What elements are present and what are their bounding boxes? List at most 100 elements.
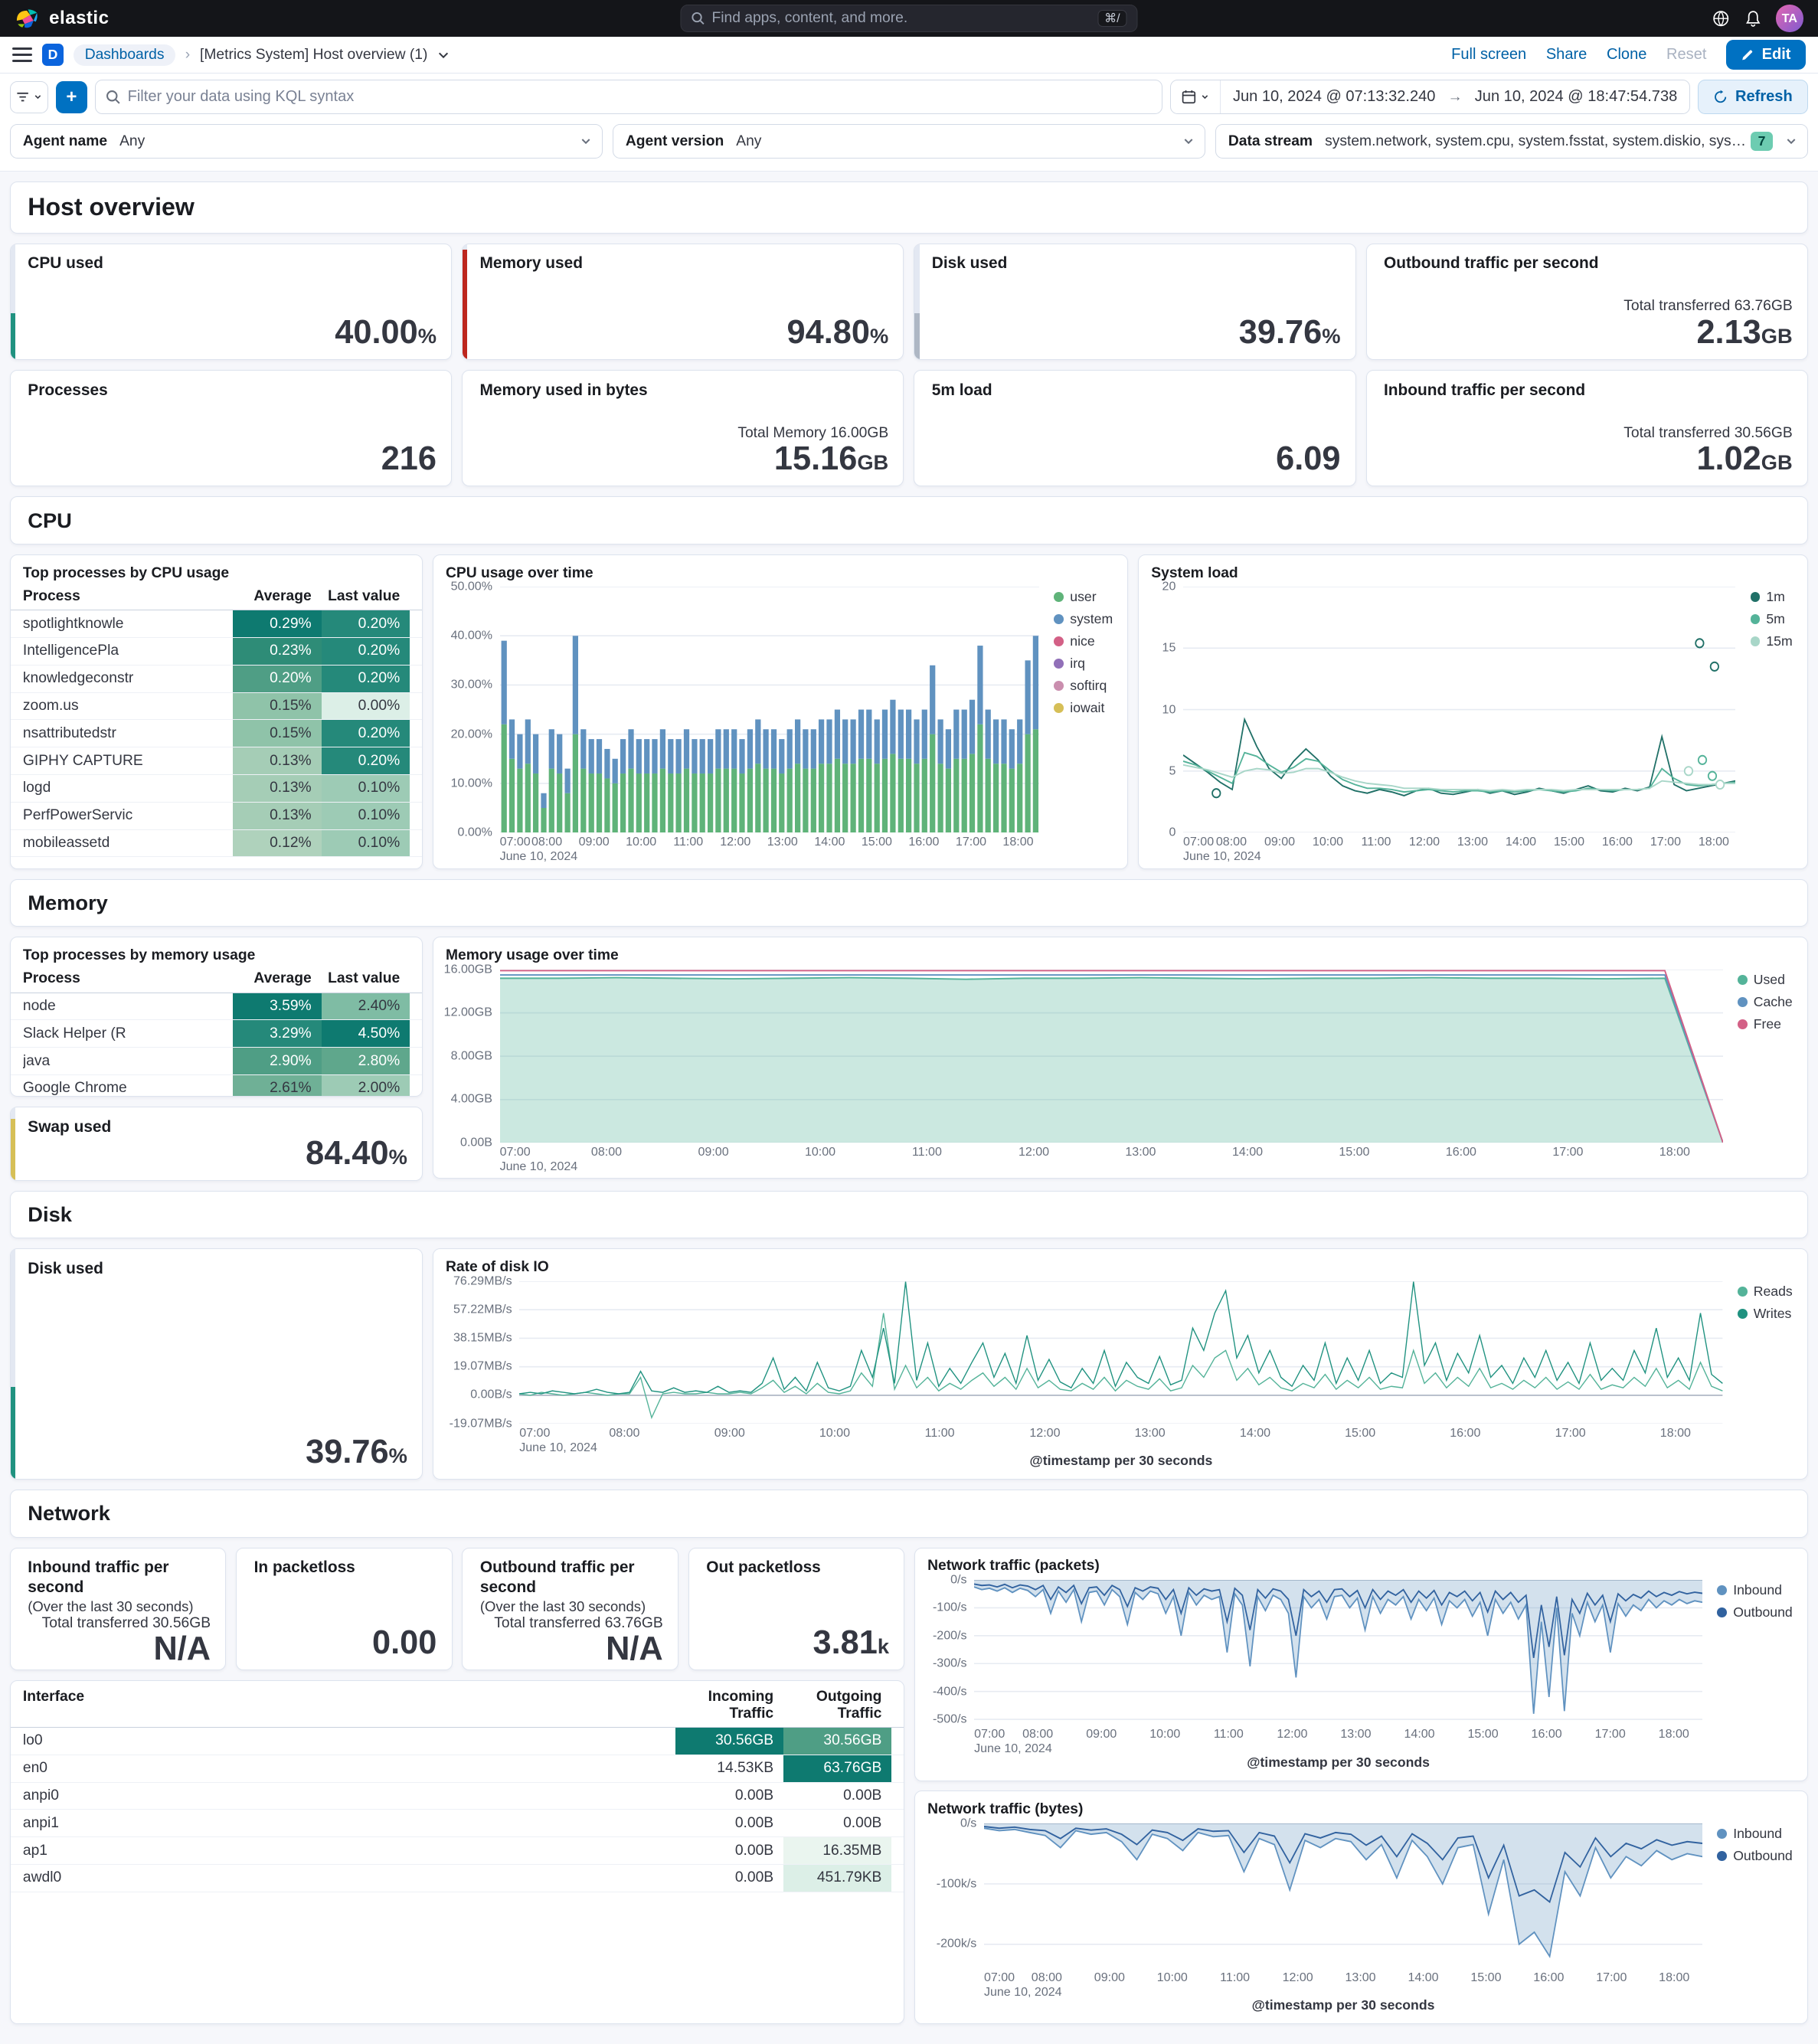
legend-item[interactable]: Inbound (1717, 1582, 1792, 1598)
help-icon[interactable] (1712, 10, 1729, 27)
table-row[interactable]: anpi1 0.00B 0.00B (10, 1810, 904, 1838)
row-value: 0.29% (232, 610, 322, 637)
control-agent-version[interactable]: Agent version Any (612, 124, 1205, 159)
avatar[interactable]: TA (1776, 5, 1803, 32)
table-row[interactable]: node 3.59% 2.40% (10, 993, 423, 1021)
legend-item[interactable]: Reads (1737, 1284, 1793, 1300)
metric-outbound-traffic[interactable]: Outbound traffic per second Total transf… (1365, 243, 1808, 361)
date-to[interactable]: Jun 10, 2024 @ 18:47:54.738 (1463, 88, 1690, 106)
table-row[interactable]: mobileassetd 0.12% 0.10% (10, 829, 423, 858)
legend-item[interactable]: 1m (1750, 589, 1793, 605)
net-bytes-chart[interactable]: 0/s -100k/s -200k/s 07:00 June 10, 2024 08:00… (927, 1816, 1795, 2016)
chart-legend: Used Cache Free (1730, 970, 1795, 1171)
table-row[interactable]: GIPHY CAPTURE 0.13% 0.20% (10, 747, 423, 775)
legend-item[interactable]: system (1054, 611, 1113, 627)
metric-5m-load[interactable]: 5m load 6.09 (914, 369, 1356, 487)
pencil-icon (1741, 48, 1754, 62)
metric-inbound-traffic[interactable]: Inbound traffic per second Total transfe… (1365, 369, 1808, 487)
row-value: 2.61% (232, 1074, 322, 1096)
filter-menu-button[interactable] (9, 80, 48, 113)
refresh-button[interactable]: Refresh (1697, 80, 1808, 115)
metric-in-packetloss[interactable]: In packetloss 0.00 (236, 1547, 453, 1671)
edit-button[interactable]: Edit (1726, 40, 1806, 70)
y-axis-label: 0.00B/s (470, 1387, 512, 1401)
table-row[interactable]: lo0 30.56GB 30.56GB (10, 1727, 904, 1755)
disk-io-chart[interactable]: -19.07MB/s 0.00B/s 19.07MB/s 38.15MB/s 57.22… (446, 1274, 1795, 1472)
table-row[interactable]: nsattributedstr 0.15% 0.20% (10, 720, 423, 748)
global-search[interactable]: Find apps, content, and more. ⌘/ (680, 5, 1138, 32)
table-row[interactable]: en0 14.53KB 63.76GB (10, 1755, 904, 1783)
table-row[interactable]: spotlightknowle 0.29% 0.20% (10, 610, 423, 638)
metric-net-outbound[interactable]: Outbound traffic per second (Over the la… (462, 1547, 678, 1671)
legend-item[interactable]: softirq (1054, 678, 1113, 694)
metric-swap-used[interactable]: Swap used 84.40% (9, 1106, 423, 1181)
metric-processes[interactable]: Processes 216 (9, 369, 453, 487)
notifications-bell-icon[interactable] (1744, 10, 1761, 27)
breadcrumb-separator: › (185, 46, 191, 63)
table-row[interactable]: ap1 0.00B 16.35MB (10, 1837, 904, 1865)
chevron-down-icon[interactable] (437, 49, 450, 61)
metric-memory-bytes[interactable]: Memory used in bytes Total Memory 16.00G… (462, 369, 904, 487)
metric-net-inbound[interactable]: Inbound traffic per second (Over the las… (9, 1547, 227, 1671)
net-packets-chart[interactable]: 0/s -100/s -200/s -300/s -400/s -500/s 07:00 Ju… (927, 1572, 1795, 1773)
breadcrumb-dashboards[interactable]: Dashboards (74, 44, 175, 66)
table-row[interactable]: IntelligencePla 0.23% 0.20% (10, 637, 423, 666)
legend-item[interactable]: nice (1054, 633, 1113, 649)
table-row[interactable]: logd 0.13% 0.10% (10, 774, 423, 803)
table-row[interactable]: awdl0 0.00B 451.79KB (10, 1865, 904, 1892)
elastic-logo[interactable] (15, 6, 39, 31)
cpu-usage-chart[interactable]: 0.00% 10.00% 20.00% 30.00% 40.00% 50.00% 07:00… (446, 580, 1115, 864)
chart-plot-area[interactable] (499, 969, 1723, 1143)
legend-item[interactable]: Outbound (1717, 1604, 1793, 1620)
control-agent-name[interactable]: Agent name Any (9, 124, 603, 159)
table-row[interactable]: knowledgeconstr 0.20% 0.20% (10, 665, 423, 693)
metric-disk-used-section[interactable]: Disk used 39.76% (9, 1248, 423, 1480)
legend-item[interactable]: iowait (1054, 700, 1113, 716)
y-axis-label: 20.00% (450, 727, 492, 741)
chart-plot-area[interactable] (974, 1579, 1703, 1725)
table-row[interactable]: Google Chrome 2.61% 2.00% (11, 1074, 422, 1096)
metric-out-packetloss[interactable]: Out packetloss 3.81k (688, 1547, 905, 1671)
net-packets-chart-panel: Network traffic (packets) 0/s -100/s -200/… (914, 1547, 1808, 1781)
legend-item[interactable]: Used (1737, 972, 1793, 988)
legend-item[interactable]: Outbound (1717, 1848, 1793, 1864)
legend-item[interactable]: user (1054, 589, 1113, 605)
chart-plot-area[interactable] (983, 1823, 1703, 1968)
legend-item[interactable]: Cache (1737, 994, 1793, 1010)
full-screen-link[interactable]: Full screen (1451, 46, 1526, 64)
table-row[interactable]: Slack Helper (R 3.29% 4.50% (10, 1020, 423, 1048)
chart-plot-area[interactable] (519, 1280, 1723, 1424)
legend-item[interactable]: Free (1737, 1016, 1793, 1032)
dashboard-app-badge[interactable]: D (41, 44, 64, 67)
row-value: 0.13% (232, 802, 322, 829)
menu-hamburger-icon[interactable] (12, 44, 32, 66)
calendar-button[interactable] (1171, 80, 1221, 114)
add-filter-button[interactable]: + (55, 80, 88, 113)
table-row[interactable]: PerfPowerServic 0.13% 0.10% (10, 802, 423, 830)
legend-item[interactable]: 5m (1750, 611, 1793, 627)
kql-input[interactable] (127, 88, 1153, 106)
metric-memory-used[interactable]: Memory used 94.80% (462, 243, 904, 361)
row-value: 0.13% (232, 747, 322, 774)
legend-item[interactable]: irq (1054, 656, 1113, 672)
table-row[interactable]: zoom.us 0.15% 0.00% (10, 692, 423, 721)
metric-cpu-used[interactable]: CPU used 40.00% (9, 243, 453, 361)
table-row[interactable]: anpi0 0.00B 0.00B (10, 1783, 904, 1810)
memory-usage-chart[interactable]: 0.00B 4.00GB 8.00GB 12.00GB 16.00GB 07:00 June… (444, 962, 1795, 1173)
control-data-stream[interactable]: Data stream system.network, system.cpu, … (1215, 124, 1808, 159)
metric-disk-used[interactable]: Disk used 39.76% (914, 243, 1356, 361)
legend-item[interactable]: Writes (1737, 1306, 1793, 1322)
reset-link[interactable]: Reset (1666, 46, 1706, 64)
x-axis-label: 18:00 (1659, 1970, 1690, 1985)
legend-item[interactable]: 15m (1750, 633, 1793, 649)
chart-plot-area[interactable] (499, 587, 1040, 833)
table-row[interactable]: java 2.90% 2.80% (10, 1048, 423, 1075)
clone-link[interactable]: Clone (1607, 46, 1646, 64)
chart-plot-area[interactable] (1183, 587, 1736, 833)
legend-item[interactable]: Inbound (1717, 1826, 1792, 1842)
x-axis-label: 18:00 (1698, 835, 1729, 849)
row-name: GIPHY CAPTURE (22, 752, 143, 769)
date-from[interactable]: Jun 10, 2024 @ 07:13:32.240 (1221, 88, 1448, 106)
share-link[interactable]: Share (1546, 46, 1587, 64)
system-load-chart[interactable]: 0 5 10 15 20 07:00 June 10, 2024 08:00 09:00 10:0… (1151, 580, 1795, 864)
